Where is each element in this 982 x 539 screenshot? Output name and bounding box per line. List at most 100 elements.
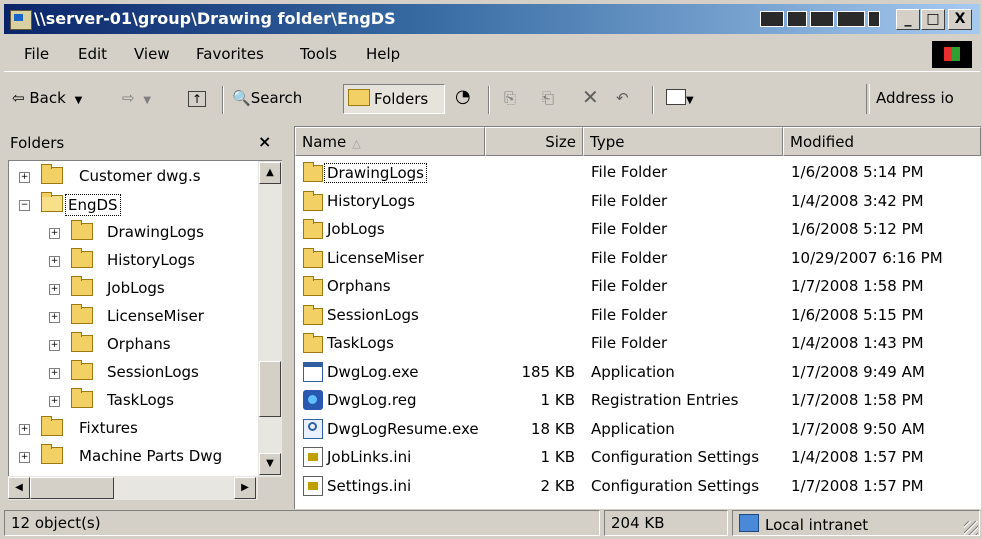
folder-icon [41, 444, 63, 464]
file-type: Application [591, 419, 675, 438]
scroll-thumb[interactable] [259, 361, 281, 417]
scroll-thumb[interactable] [30, 477, 114, 499]
toolbar-separator [652, 86, 654, 114]
close-button[interactable]: X [948, 9, 972, 30]
folder-icon [71, 332, 93, 352]
minimize-button[interactable]: _ [896, 9, 920, 30]
expand-icon[interactable]: + [49, 368, 60, 379]
folders-pane-title: Folders [10, 134, 65, 152]
expand-icon[interactable]: + [49, 228, 60, 239]
windows-logo-icon [932, 41, 972, 68]
file-row[interactable]: TaskLogs File Folder 1/4/2008 1:43 PM [295, 330, 981, 358]
column-header-name[interactable]: Name △ [295, 127, 485, 156]
column-name-label: Name [302, 133, 347, 151]
scroll-up-icon[interactable]: ▲ [259, 162, 281, 184]
up-folder-icon[interactable]: ↑ [188, 91, 207, 107]
menu-file[interactable]: File [24, 45, 49, 63]
close-pane-icon[interactable]: × [258, 132, 271, 151]
copy-to-icon[interactable]: ⎗ [542, 89, 554, 107]
title-bar[interactable]: \\server-01\group\Drawing folder\EngDS _… [4, 4, 980, 34]
file-modified: 1/7/2008 1:57 PM [791, 476, 924, 495]
menu-help[interactable]: Help [366, 45, 400, 63]
file-row[interactable]: HistoryLogs File Folder 1/4/2008 3:42 PM [295, 188, 981, 216]
delete-icon[interactable]: ✕ [582, 85, 599, 109]
file-row[interactable]: Settings.ini 2 KB Configuration Settings 1/… [295, 473, 981, 501]
folders-button-content[interactable]: Folders [348, 89, 428, 108]
expand-icon[interactable]: + [19, 452, 30, 463]
exe-icon [303, 361, 323, 382]
folder-icon [71, 388, 93, 408]
menu-tools[interactable]: Tools [300, 45, 337, 63]
menu-view[interactable]: View [134, 45, 170, 63]
folder-icon [71, 360, 93, 380]
folder-icon [71, 248, 93, 268]
views-button[interactable]: ▼ [666, 89, 694, 107]
file-row[interactable]: DwgLogResume.exe 18 KB Application 1/7/2008… [295, 416, 981, 444]
file-row[interactable]: SessionLogs File Folder 1/6/2008 5:15 PM [295, 302, 981, 330]
menu-favorites[interactable]: Favorites [196, 45, 264, 63]
file-type: File Folder [591, 191, 668, 210]
forward-dropdown-icon[interactable]: ▼ [143, 95, 151, 106]
folder-window-icon[interactable] [10, 10, 32, 30]
open-folder-icon [41, 192, 63, 212]
column-header-size[interactable]: Size [485, 127, 583, 156]
file-name: HistoryLogs [327, 191, 415, 210]
file-type: File Folder [591, 334, 668, 352]
forward-button[interactable]: ⇨ ▼ [122, 89, 151, 107]
expand-icon[interactable]: + [19, 172, 30, 183]
expand-icon[interactable]: + [49, 396, 60, 407]
tree-label: Fixtures [79, 419, 138, 437]
column-header-type[interactable]: Type [583, 127, 783, 156]
folder-tree: + Customer dwg.s − EngDS + DrawingLogs +… [8, 160, 259, 477]
scroll-left-icon[interactable]: ◀ [8, 477, 30, 499]
expand-icon[interactable]: + [49, 312, 60, 323]
file-type: File Folder [591, 248, 668, 267]
file-modified: 1/7/2008 1:58 PM [791, 277, 924, 295]
tree-label: EngDS [65, 194, 121, 216]
expand-icon[interactable]: + [19, 424, 30, 435]
collapse-icon[interactable]: − [19, 200, 30, 211]
taskbar-glyphs [760, 11, 880, 27]
expand-icon[interactable]: + [49, 284, 60, 295]
tree-horizontal-scrollbar[interactable]: ◀ ▶ [8, 476, 258, 500]
tree-vertical-scrollbar[interactable]: ▲ ▼ [258, 160, 282, 477]
file-row[interactable]: Orphans File Folder 1/7/2008 1:58 PM [295, 273, 981, 301]
file-row[interactable]: DwgLog.exe 185 KB Application 1/7/2008 9:49… [295, 359, 981, 387]
status-zone: Local intranet [732, 510, 980, 536]
file-name: Orphans [327, 277, 391, 295]
history-icon[interactable]: ◔ [455, 86, 471, 107]
file-row[interactable]: LicenseMiser File Folder 10/29/2007 6:16 P… [295, 245, 981, 273]
maximize-button[interactable]: □ [921, 9, 945, 30]
back-dropdown-icon[interactable]: ▼ [75, 95, 83, 106]
pane-splitter[interactable] [286, 126, 294, 508]
expand-icon[interactable]: + [49, 256, 60, 267]
file-row[interactable]: JobLogs File Folder 1/6/2008 5:12 PM [295, 216, 981, 244]
folder-icon [41, 416, 63, 436]
column-header-modified[interactable]: Modified [783, 127, 981, 156]
address-label[interactable]: Address io [876, 89, 954, 107]
zone-label: Local intranet [765, 516, 869, 534]
scroll-right-icon[interactable]: ▶ [234, 477, 256, 499]
back-button[interactable]: ⇦ Back ▼ [12, 89, 82, 107]
folder-icon [303, 247, 323, 268]
file-row[interactable]: DwgLog.reg 1 KB Registration Entries 1/7/20… [295, 387, 981, 415]
file-type: File Folder [591, 163, 668, 181]
file-name: DwgLog.reg [327, 391, 417, 409]
file-row[interactable]: JobLinks.ini 1 KB Configuration Settings 1/… [295, 444, 981, 472]
expand-icon[interactable]: + [49, 340, 60, 351]
search-button[interactable]: 🔍Search [232, 89, 302, 107]
move-to-icon[interactable]: ⎘ [504, 89, 516, 107]
registry-icon [303, 390, 323, 410]
toolbar: ⇦ Back ▼ ⇨ ▼ ↑ 🔍Search Folders ◔ ⎘ ⎗ ✕ ↶… [4, 80, 980, 118]
settings-file-icon [303, 447, 323, 467]
tree-label: JobLogs [107, 279, 165, 297]
file-name: TaskLogs [327, 334, 394, 352]
file-row[interactable]: DrawingLogs File Folder 1/6/2008 5:14 PM [295, 159, 981, 187]
undo-icon[interactable]: ↶ [616, 89, 629, 107]
folder-icon [71, 304, 93, 324]
file-type: Configuration Settings [591, 448, 760, 466]
file-modified: 1/4/2008 1:43 PM [791, 334, 924, 352]
resize-grip-icon[interactable] [964, 521, 978, 535]
menu-edit[interactable]: Edit [78, 45, 107, 63]
scroll-down-icon[interactable]: ▼ [259, 453, 281, 475]
